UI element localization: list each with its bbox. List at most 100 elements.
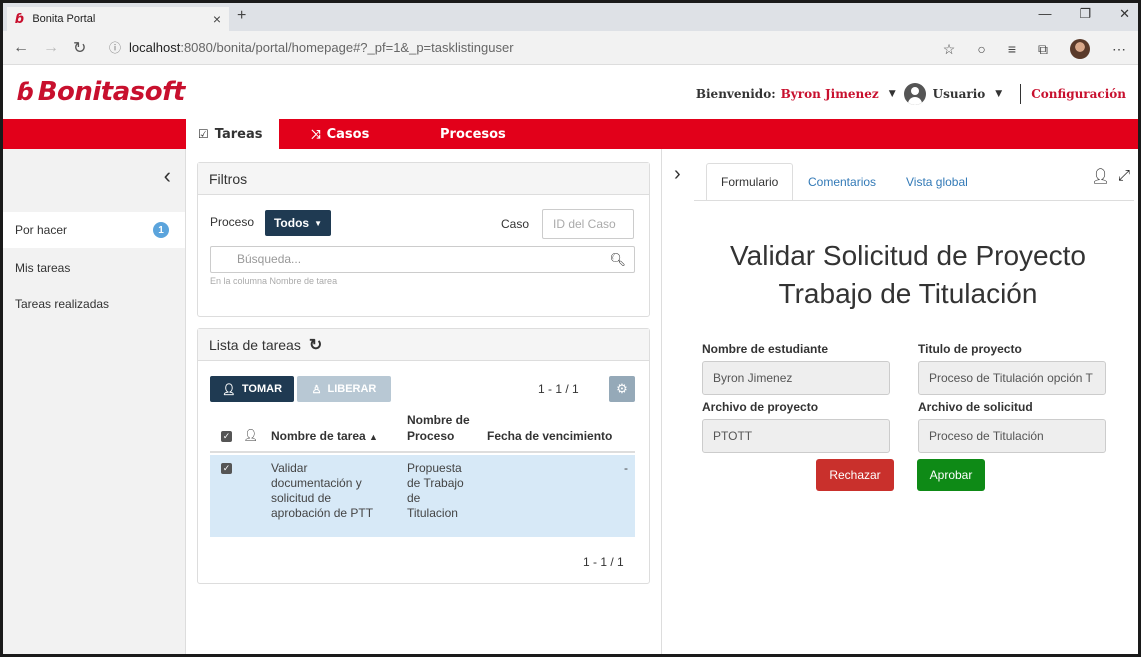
- sidebar-item-label: Tareas realizadas: [15, 297, 110, 311]
- collapse-sidebar-icon[interactable]: ‹: [164, 163, 171, 189]
- search-input[interactable]: Búsqueda... 🔍︎: [210, 246, 635, 273]
- process-dropdown[interactable]: Todos ▼: [265, 210, 331, 236]
- take-label: TOMAR: [241, 383, 283, 395]
- settings-button[interactable]: ⚙: [609, 376, 635, 402]
- user-name[interactable]: Byron Jimenez: [781, 87, 879, 101]
- count-badge: 1: [153, 222, 169, 238]
- bonitasoft-logo[interactable]: ɓ Bonitasoft: [17, 77, 185, 107]
- expand-pane-icon[interactable]: ›: [674, 163, 681, 186]
- url-field[interactable]: ⓘ localhost:8080/bonita/portal/homepage#…: [109, 39, 514, 56]
- sort-asc-icon: ▲: [369, 432, 378, 442]
- gear-icon: ⚙: [616, 381, 628, 396]
- table-row[interactable]: ✓ Validar documentación y solicitud de a…: [210, 455, 635, 537]
- search-icon[interactable]: 🔍︎: [609, 252, 626, 268]
- browser-window: ɓ Bonita Portal × + — ❐ ✕ ← → ↻ ⓘ localh…: [0, 0, 1141, 657]
- close-tab-icon[interactable]: ×: [213, 11, 221, 27]
- tab-vista-global[interactable]: Vista global: [892, 163, 982, 201]
- task-name-line: solicitud de: [271, 491, 332, 505]
- info-icon[interactable]: ⓘ: [109, 39, 121, 56]
- browser-tab-bar: ɓ Bonita Portal × + — ❐ ✕: [3, 3, 1138, 31]
- form-title-line2: Trabajo de Titulación: [778, 278, 1038, 309]
- tab-formulario[interactable]: Formulario: [706, 163, 794, 201]
- column-process-name[interactable]: Nombre de Proceso: [407, 412, 470, 444]
- profile-avatar[interactable]: [1070, 39, 1090, 59]
- sidebar-item-por-hacer[interactable]: Por hacer 1: [3, 212, 185, 248]
- process-name-line: Titulacion: [407, 506, 458, 520]
- url-host: localhost: [129, 40, 181, 55]
- nav-tab-tareas[interactable]: ☑ Tareas: [186, 119, 279, 149]
- task-name-cell[interactable]: Validar documentación y solicitud de apr…: [271, 461, 373, 521]
- address-bar: ← → ↻ ⓘ localhost:8080/bonita/portal/hom…: [3, 31, 1138, 65]
- back-icon[interactable]: ←: [13, 39, 29, 57]
- window-controls: — ❐ ✕: [1038, 6, 1130, 22]
- tab-comentarios[interactable]: Comentarios: [794, 163, 890, 201]
- process-value: Todos: [273, 216, 310, 230]
- tasklist-title: Lista de tareas: [209, 336, 301, 353]
- process-name-line: de: [407, 491, 421, 505]
- minimize-icon[interactable]: —: [1038, 6, 1051, 22]
- user-avatar-icon: [903, 83, 926, 105]
- new-tab-icon[interactable]: +: [237, 7, 246, 25]
- row-checkbox[interactable]: ✓: [221, 463, 232, 474]
- reject-button[interactable]: Rechazar: [816, 459, 894, 491]
- url-path: :8080/bonita/portal/homepage#?_pf=1&_p=t…: [180, 40, 514, 55]
- header-divider: [1020, 84, 1022, 104]
- main-nav: ☑ Tareas ⤨ Casos Procesos: [3, 119, 1138, 149]
- extension-icon[interactable]: ○: [977, 41, 985, 57]
- task-name-line: aprobación de PTT: [271, 506, 374, 520]
- app-header: ɓ Bonitasoft Bienvenido: Byron Jimenez ▼…: [3, 65, 1138, 119]
- sidebar-item-label: Por hacer: [15, 223, 68, 237]
- student-label: Nombre de estudiante: [702, 342, 829, 356]
- form-title: Validar Solicitud de Proyecto Trabajo de…: [692, 237, 1124, 313]
- person-icon: 👤︎: [221, 383, 236, 396]
- more-icon[interactable]: ⋯: [1112, 41, 1126, 58]
- config-link[interactable]: Configuración: [1031, 87, 1126, 101]
- tasklist-header: Lista de tareas ↻: [198, 329, 649, 361]
- user-icon[interactable]: 👤︎: [1091, 167, 1110, 185]
- filters-title: Filtros: [198, 163, 649, 195]
- sidebar-item-label: Mis tareas: [15, 261, 71, 275]
- forward-icon[interactable]: →: [43, 39, 59, 57]
- task-name-line: documentación y: [271, 476, 362, 490]
- column-process-name-line2: Proceso: [407, 429, 455, 443]
- collections-icon[interactable]: ⧉: [1038, 41, 1048, 58]
- request-file-field[interactable]: Proceso de Titulación: [918, 419, 1106, 453]
- student-field[interactable]: Byron Jimenez: [702, 361, 890, 395]
- refresh-list-icon[interactable]: ↻: [309, 335, 322, 355]
- sidebar-item-tareas-realizadas[interactable]: Tareas realizadas: [3, 286, 185, 322]
- nav-tab-procesos[interactable]: Procesos: [428, 119, 518, 149]
- nav-tab-label: Casos: [326, 126, 370, 142]
- task-detail-pane: › Formulario Comentarios Vista global 👤︎…: [661, 149, 1138, 654]
- release-button[interactable]: ♙ LIBERAR: [297, 376, 391, 402]
- table-header: ✓ 👤︎ Nombre de tarea ▲ Nombre de Proceso…: [210, 409, 635, 453]
- case-id-input[interactable]: ID del Caso: [542, 209, 634, 239]
- approve-button[interactable]: Aprobar: [917, 459, 985, 491]
- user-area: Bienvenido: Byron Jimenez ▼ Usuario ▼ Co…: [696, 83, 1126, 105]
- user-menu-caret-icon[interactable]: ▼: [995, 89, 1002, 99]
- favorites-list-icon[interactable]: ≡: [1008, 41, 1016, 57]
- take-button[interactable]: 👤︎ TOMAR: [210, 376, 294, 402]
- column-task-name[interactable]: Nombre de tarea ▲: [271, 428, 378, 445]
- close-window-icon[interactable]: ✕: [1119, 6, 1130, 22]
- column-due-date[interactable]: Fecha de vencimiento: [487, 428, 612, 444]
- project-file-field[interactable]: PTOTT: [702, 419, 890, 453]
- refresh-icon[interactable]: ↻: [73, 38, 86, 58]
- select-all-checkbox[interactable]: ✓: [221, 431, 232, 442]
- process-name-line: Propuesta: [407, 461, 462, 475]
- sidebar-item-mis-tareas[interactable]: Mis tareas: [3, 250, 185, 286]
- form-title-line1: Validar Solicitud de Proyecto: [730, 240, 1086, 271]
- nav-tab-casos[interactable]: ⤨ Casos: [299, 119, 381, 149]
- restore-icon[interactable]: ❐: [1079, 6, 1091, 22]
- favorite-star-icon[interactable]: ☆: [943, 41, 956, 58]
- case-label: Caso: [501, 217, 530, 231]
- user-caret-icon[interactable]: ▼: [889, 89, 896, 99]
- assignee-column-icon: 👤︎: [243, 428, 259, 442]
- fullscreen-icon[interactable]: ⤢: [1118, 167, 1130, 185]
- caret-down-icon: ▼: [314, 218, 323, 228]
- browser-tab[interactable]: ɓ Bonita Portal ×: [7, 7, 229, 31]
- shuffle-icon: ⤨: [311, 126, 321, 141]
- checkbox-icon: ☑: [198, 127, 209, 141]
- project-title-field[interactable]: Proceso de Titulación opción T: [918, 361, 1106, 395]
- welcome-label: Bienvenido:: [695, 87, 776, 101]
- user-menu[interactable]: Usuario: [933, 87, 986, 101]
